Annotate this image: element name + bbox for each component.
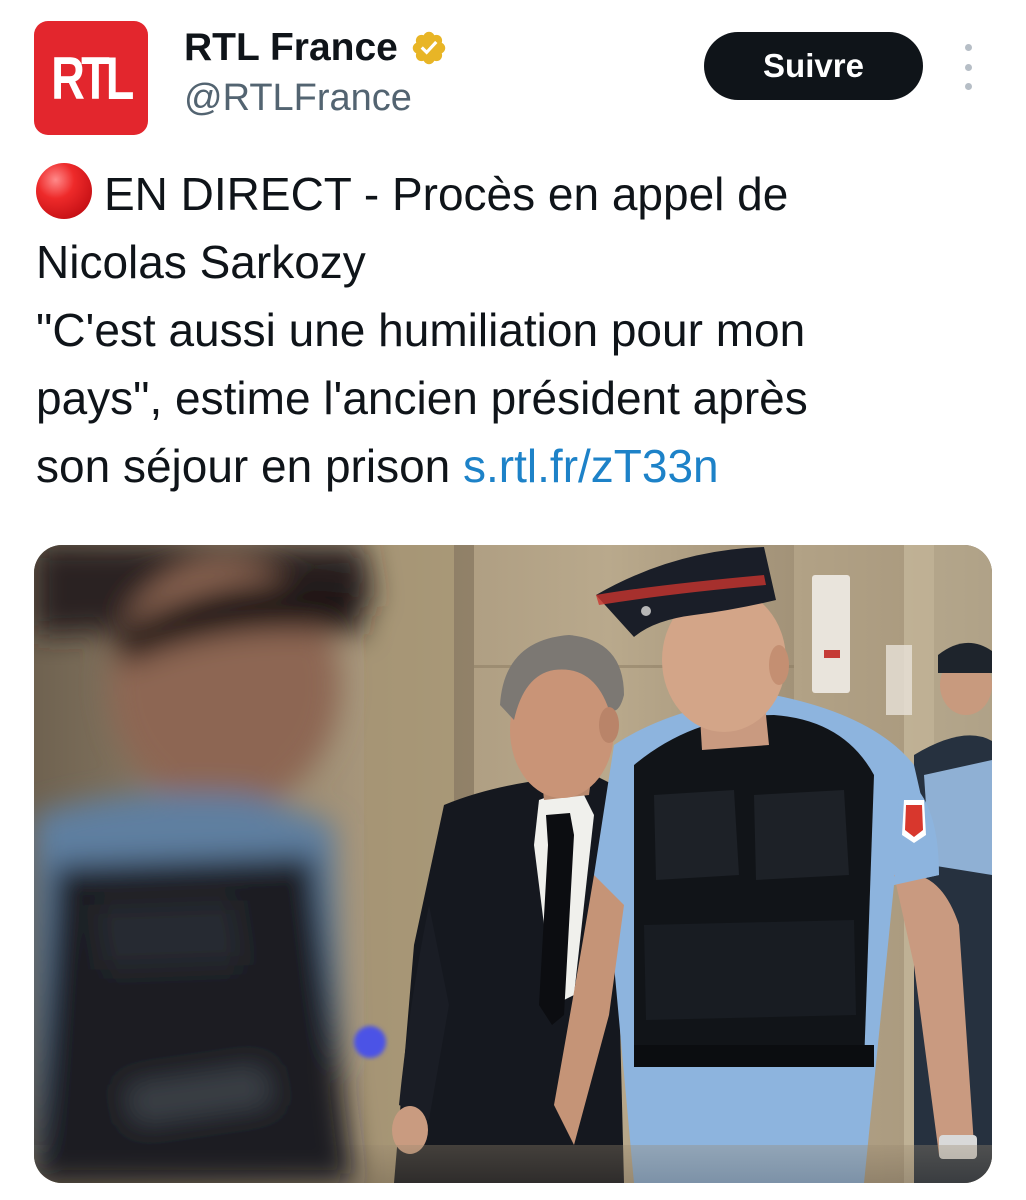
red-circle-icon [36,163,92,219]
more-options-icon[interactable] [954,44,982,90]
tweet-link[interactable]: s.rtl.fr/zT33n [463,440,719,492]
display-name[interactable]: RTL France [184,26,398,70]
tweet-line-3: "C'est aussi une humiliation pour mon [36,304,806,356]
follow-button[interactable]: Suivre [704,32,923,100]
tweet-photo[interactable] [34,545,992,1183]
tweet-line-1: EN DIRECT - Procès en appel de [36,160,996,228]
tweet-text: EN DIRECT - Procès en appel de Nicolas S… [36,160,996,500]
tweet-line-5: son séjour en prison s.rtl.fr/zT33n [36,432,996,500]
photo-illustration [34,545,992,1183]
tweet-card: RTL RTL France @RTLFrance Suivre EN DIRE… [0,0,1026,1200]
tweet-headline: EN DIRECT - Procès en appel de [104,168,789,220]
tweet-line-5-text: son séjour en prison [36,440,464,492]
avatar-logo-text: RTL [51,44,134,112]
verified-badge-icon [412,31,446,65]
more-dot [964,44,972,51]
avatar[interactable]: RTL [34,21,148,135]
account-handle[interactable]: @RTLFrance [184,77,412,120]
more-dot [964,63,972,71]
tweet-line-2: Nicolas Sarkozy [36,236,366,288]
tweet-line-4: pays", estime l'ancien président après [36,372,808,424]
account-name-row: RTL France [184,24,448,72]
more-dot [964,83,972,90]
